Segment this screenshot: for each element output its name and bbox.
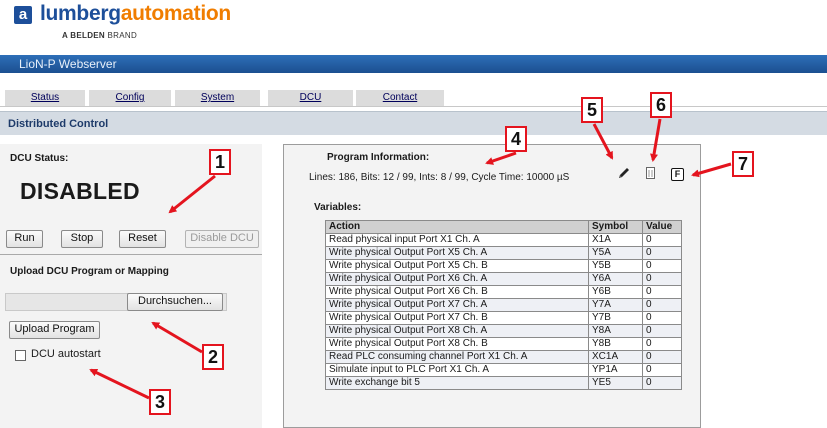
arrow-2 bbox=[151, 321, 203, 354]
annotation-arrows bbox=[89, 118, 732, 400]
arrow-7 bbox=[691, 162, 732, 178]
arrow-3 bbox=[89, 368, 150, 400]
arrow-5 bbox=[592, 123, 614, 160]
arrow-1 bbox=[168, 174, 216, 214]
arrow-6 bbox=[650, 118, 662, 162]
arrow-4 bbox=[485, 151, 517, 165]
